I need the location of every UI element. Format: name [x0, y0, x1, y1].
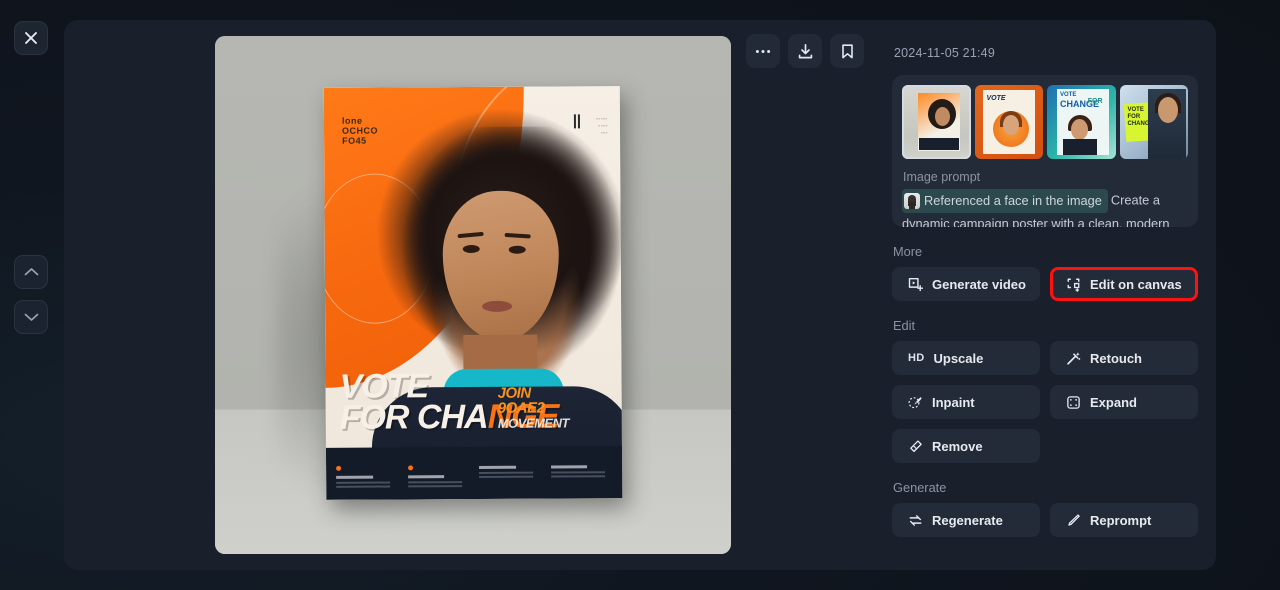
inpaint-button[interactable]: Inpaint — [892, 385, 1040, 419]
magic-wand-icon — [1067, 351, 1081, 365]
download-button[interactable] — [788, 34, 822, 68]
download-icon — [798, 43, 812, 58]
section-label-more: More — [893, 244, 923, 259]
thumbnail-1[interactable] — [902, 85, 971, 159]
edit-on-canvas-button[interactable]: Edit on canvas — [1050, 267, 1198, 301]
generate-actions: Regenerate Reprompt — [892, 503, 1198, 537]
face-reference-chip[interactable]: Referenced a face in the image — [902, 189, 1108, 213]
thumbnail-4[interactable]: VOTE FOR CHANGE — [1119, 85, 1188, 159]
edit-on-canvas-label: Edit on canvas — [1090, 276, 1182, 292]
section-label-edit: Edit — [893, 318, 916, 333]
chevron-down-icon — [24, 313, 38, 321]
preview-image[interactable]: lone OCHCO FO45 ▫▫▫▫▫ ▫▫▫▫ ▫▫▫ VOTE FOR … — [215, 36, 731, 554]
left-rail — [0, 0, 64, 590]
upscale-button[interactable]: HD Upscale — [892, 341, 1040, 375]
timestamp: 2024-11-05 21:49 — [894, 46, 995, 60]
generate-video-button[interactable]: Generate video — [892, 267, 1040, 301]
regenerate-button[interactable]: Regenerate — [892, 503, 1040, 537]
close-button[interactable] — [14, 21, 48, 55]
regenerate-label: Regenerate — [932, 512, 1003, 528]
image-detail-modal: lone OCHCO FO45 ▫▫▫▫▫ ▫▫▫▫ ▫▫▫ VOTE FOR … — [0, 0, 1280, 590]
inpaint-label: Inpaint — [932, 394, 975, 410]
bookmark-button[interactable] — [830, 34, 864, 68]
hd-icon: HD — [908, 352, 925, 364]
more-options-button[interactable] — [746, 34, 780, 68]
prompt-card: VOTE VOTE CHANGE FOR VOTE FOR CHANGE Image… — [892, 75, 1198, 227]
generate-video-icon — [908, 277, 923, 291]
reprompt-button[interactable]: Reprompt — [1050, 503, 1198, 537]
generate-video-label: Generate video — [932, 276, 1026, 292]
prompt-text: Referenced a face in the image Create a d… — [902, 189, 1188, 227]
next-image-button[interactable] — [14, 300, 48, 334]
poster-badge-line2: OCHCO — [341, 125, 379, 136]
detail-sidebar: 2024-11-05 21:49 VOTE VOTE CHANGE FOR VOTE… — [892, 20, 1216, 570]
retouch-label: Retouch — [1090, 350, 1142, 366]
expand-label: Expand — [1090, 394, 1137, 410]
image-toolbar — [746, 34, 864, 68]
expand-button[interactable]: Expand — [1050, 385, 1198, 419]
chevron-up-icon — [24, 268, 38, 276]
expand-icon — [1067, 395, 1080, 409]
campaign-poster: lone OCHCO FO45 ▫▫▫▫▫ ▫▫▫▫ ▫▫▫ VOTE FOR … — [323, 86, 623, 500]
remove-button[interactable]: Remove — [892, 429, 1040, 463]
modal-panel: lone OCHCO FO45 ▫▫▫▫▫ ▫▫▫▫ ▫▫▫ VOTE FOR … — [64, 20, 1216, 570]
thumbnail-2[interactable]: VOTE — [974, 85, 1043, 159]
upscale-label: Upscale — [933, 350, 984, 366]
prompt-label: Image prompt — [903, 170, 981, 184]
poster-badge: lone OCHCO FO45 — [342, 116, 378, 146]
poster-eye-left — [462, 244, 480, 254]
section-label-generate: Generate — [893, 480, 947, 495]
retouch-button[interactable]: Retouch — [1050, 341, 1198, 375]
close-icon — [25, 32, 37, 44]
bookmark-icon — [841, 43, 853, 58]
poster-badge-line3: FO45 — [342, 135, 367, 146]
remove-label: Remove — [932, 438, 983, 454]
eraser-icon — [910, 439, 922, 452]
reprompt-label: Reprompt — [1090, 512, 1152, 528]
poster-scene: lone OCHCO FO45 ▫▫▫▫▫ ▫▫▫▫ ▫▫▫ VOTE FOR … — [215, 36, 731, 554]
edit-on-canvas-icon — [1067, 278, 1080, 292]
regenerate-icon — [909, 514, 922, 526]
poster-top-right-text: ▫▫▫▫▫ ▫▫▫▫ ▫▫▫ — [596, 116, 609, 137]
thumbnail-3[interactable]: VOTE CHANGE FOR — [1047, 85, 1116, 159]
pencil-icon — [1068, 513, 1080, 526]
inpaint-brush-icon — [908, 396, 922, 408]
previous-image-button[interactable] — [14, 255, 48, 289]
thumbnail-strip: VOTE VOTE CHANGE FOR VOTE FOR CHANGE — [902, 85, 1188, 159]
poster-eye-right — [508, 245, 526, 254]
poster-subhead: JOIN 9OAE2 MOVEMENT — [497, 384, 569, 431]
face-reference-avatar — [904, 193, 920, 209]
poster-badge-line1: lone — [341, 115, 363, 126]
more-actions: Generate video Edit on canvas — [892, 267, 1198, 301]
image-stage: lone OCHCO FO45 ▫▫▫▫▫ ▫▫▫▫ ▫▫▫ VOTE FOR … — [64, 20, 888, 570]
edit-actions: HD Upscale Retouch Inpaint Expand Remove — [892, 341, 1198, 463]
ellipsis-icon — [755, 49, 771, 53]
face-reference-label: Referenced a face in the image — [924, 193, 1102, 208]
poster-footer — [325, 446, 623, 500]
poster-bars — [573, 114, 580, 129]
